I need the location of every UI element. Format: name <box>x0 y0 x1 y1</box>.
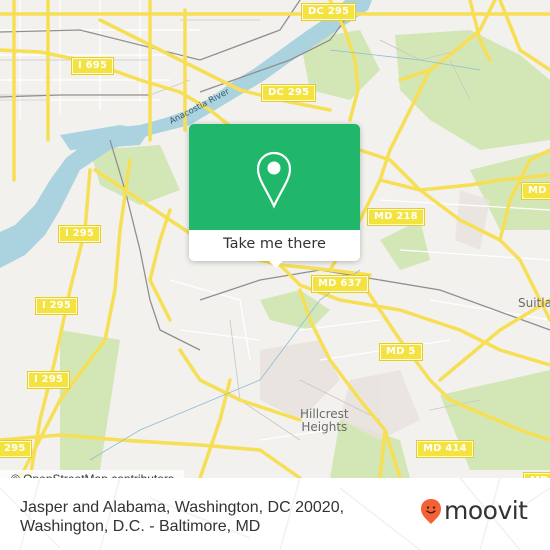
address-line-2: Washington, D.C. - Baltimore, MD <box>20 518 261 535</box>
route-shield-295: 295 <box>0 440 33 458</box>
route-shield-md414: MD 414 <box>416 440 474 458</box>
route-shield-md5: MD 5 <box>379 343 423 361</box>
route-shield-md218: MD 218 <box>367 208 425 226</box>
moovit-smiley-pin-icon <box>421 498 441 524</box>
route-shield-i295: I 295 <box>57 225 102 243</box>
route-shield-i295: I 295 <box>34 297 79 315</box>
route-shield-dc295: DC 295 <box>260 84 317 102</box>
address-line-1: Jasper and Alabama, Washington, DC 20020… <box>20 499 345 516</box>
address-text: Jasper and Alabama, Washington, DC 20020… <box>20 498 400 536</box>
take-me-there-button[interactable]: Take me there <box>189 230 360 261</box>
moovit-logo[interactable]: moovit <box>420 497 528 525</box>
location-pin-icon <box>256 151 292 209</box>
route-shield-i295: I 295 <box>26 371 71 389</box>
place-label-suitland: Suitla <box>518 296 550 310</box>
place-label-line: Heights <box>301 420 348 434</box>
popup-header <box>189 124 360 230</box>
popup-pointer <box>268 260 284 268</box>
route-shield-i695: I 695 <box>70 57 115 75</box>
route-shield-md637: MD 637 <box>311 275 369 293</box>
route-shield-md4: MD 4 <box>521 182 550 200</box>
map-view[interactable]: Anacostia River I 695 DC 295 DC 295 I 29… <box>0 0 550 478</box>
moovit-wordmark: moovit <box>444 496 528 525</box>
route-shield-dc295: DC 295 <box>300 3 357 21</box>
location-popup: Take me there <box>189 124 360 261</box>
place-label-hillcrest-heights: Hillcrest Heights <box>300 408 349 434</box>
